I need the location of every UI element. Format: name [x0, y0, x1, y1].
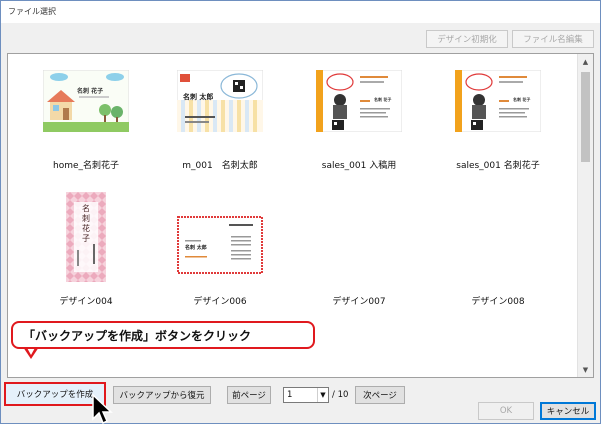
scrollbar-thumb[interactable] — [581, 72, 590, 162]
page-select-value: 1 — [287, 390, 293, 400]
design-card-label: m_001 名刺太郎 — [182, 161, 258, 171]
thumb-name-text: 名刺 花子 — [513, 97, 531, 102]
design-card-label: デザイン008 — [471, 297, 525, 307]
thumb-name-text: 名刺 花子 — [77, 88, 104, 95]
design-card-m001[interactable]: 名刺 太郎 m_001 名刺太郎 — [160, 58, 280, 180]
file-select-dialog: ファイル選択 デザイン初期化 ファイル名編集 名刺 花子 home_名刺花子 名… — [0, 0, 601, 425]
design-card-008[interactable]: デザイン008 — [438, 192, 558, 314]
design-thumbnail: 名刺 花子 — [43, 70, 129, 132]
design-thumbnail: 名刺 太郎 — [177, 216, 263, 278]
design-card-007[interactable]: デザイン007 — [299, 192, 419, 314]
backup-restore-button[interactable]: バックアップから復元 — [113, 386, 211, 404]
page-select[interactable]: 1 ▼ — [283, 387, 329, 403]
thumb-name-text: 名刺 花子 — [82, 204, 90, 243]
design-thumbnail: 名刺 花子 — [66, 192, 106, 282]
prev-page-button[interactable]: 前ページ — [227, 386, 271, 404]
design-card-006[interactable]: 名刺 太郎 デザイン006 — [160, 192, 280, 314]
thumb-name-text: 名刺 花子 — [374, 97, 392, 102]
design-init-button[interactable]: デザイン初期化 — [426, 30, 508, 48]
chevron-up-icon[interactable]: ▲ — [578, 54, 593, 69]
dialog-title: ファイル選択 — [1, 1, 600, 23]
chevron-down-icon[interactable]: ▼ — [317, 388, 328, 402]
mouse-pointer-icon — [92, 394, 113, 425]
design-card-label: home_名刺花子 — [52, 161, 119, 171]
design-card-label: デザイン007 — [332, 297, 386, 307]
design-card-label: sales_001 入稿用 — [321, 161, 397, 171]
file-rename-button[interactable]: ファイル名編集 — [512, 30, 594, 48]
ok-button[interactable]: OK — [478, 402, 534, 420]
design-card-home[interactable]: 名刺 花子 home_名刺花子 — [26, 58, 146, 180]
design-card-004[interactable]: 名刺 花子 デザイン004 — [26, 192, 146, 314]
design-thumbnail: 名刺 太郎 — [177, 70, 263, 132]
thumb-name-text: 名刺 太郎 — [185, 245, 207, 251]
design-thumbnail: 名刺 花子 — [316, 70, 402, 132]
design-card-label: sales_001 名刺花子 — [456, 161, 540, 171]
cancel-button[interactable]: キャンセル — [540, 402, 596, 420]
design-card-sales001-hanako[interactable]: 名刺 花子 sales_001 名刺花子 — [438, 58, 558, 180]
vertical-scrollbar[interactable]: ▲ ▼ — [577, 54, 593, 377]
design-card-sales001-submit[interactable]: 名刺 花子 sales_001 入稿用 — [299, 58, 419, 180]
page-total: / 10 — [332, 390, 349, 400]
instruction-callout: 「バックアップを作成」ボタンをクリック — [11, 321, 315, 349]
chevron-down-icon[interactable]: ▼ — [578, 362, 593, 377]
design-card-label: デザイン006 — [193, 297, 247, 307]
design-thumbnail: 名刺 花子 — [455, 70, 541, 132]
design-card-label: デザイン004 — [59, 297, 113, 307]
thumb-name-text: 名刺 太郎 — [183, 93, 214, 101]
next-page-button[interactable]: 次ページ — [355, 386, 405, 404]
